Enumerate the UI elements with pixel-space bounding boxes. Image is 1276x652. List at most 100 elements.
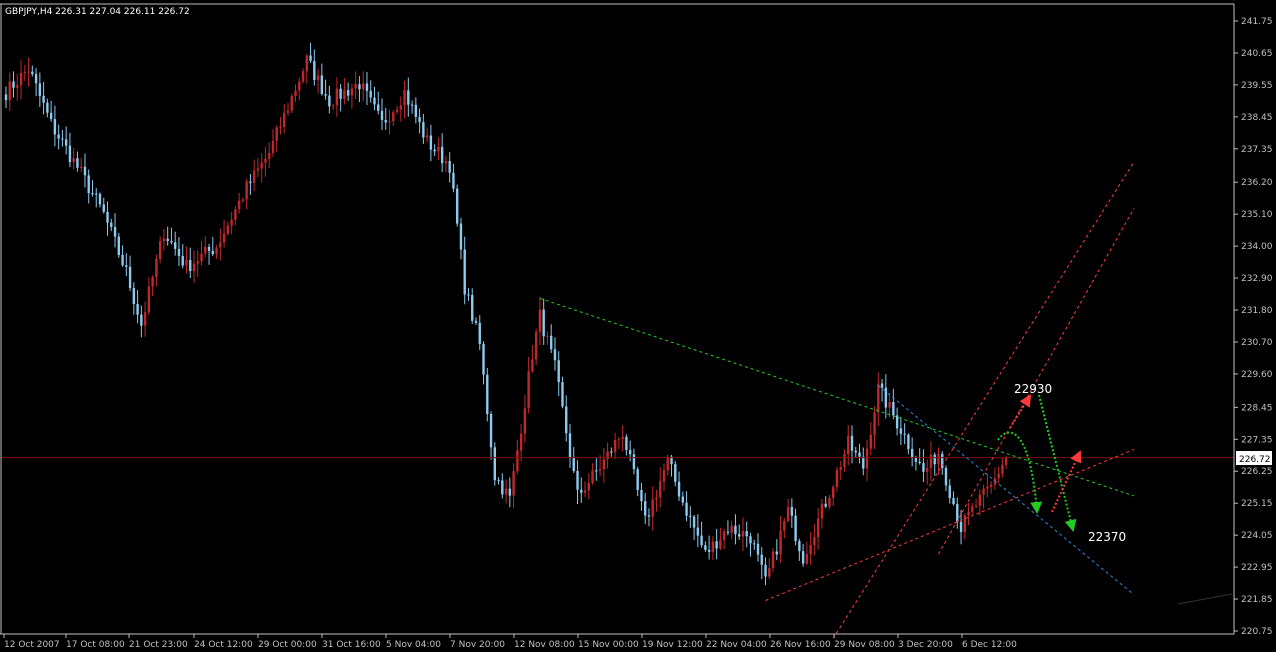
- time-tick-label: 24 Oct 12:00: [194, 640, 253, 650]
- candle-body: [192, 263, 196, 272]
- candle-body: [907, 434, 910, 449]
- candle-body: [760, 554, 763, 565]
- candle-body: [801, 551, 805, 564]
- candle-body: [504, 488, 508, 495]
- candle-body: [997, 473, 1000, 479]
- candle-body: [877, 383, 880, 413]
- price-chart[interactable]: 241.75 240.65 239.55 238.45 237.35 236.20 235.…: [0, 0, 1276, 652]
- candle-body: [775, 551, 778, 555]
- candle-body: [83, 166, 87, 176]
- candle-body: [294, 90, 297, 97]
- candle-body: [486, 374, 489, 414]
- candle-body: [926, 467, 929, 472]
- candle-body: [95, 193, 98, 195]
- level-label-low: 22370: [1088, 530, 1126, 544]
- candle-body: [974, 505, 978, 507]
- candle-body: [933, 454, 936, 465]
- candle-body: [252, 170, 256, 183]
- candle-body: [749, 536, 752, 544]
- candle-body: [580, 489, 583, 493]
- candle-body: [986, 486, 989, 489]
- candle-body: [283, 112, 286, 127]
- candle-body: [832, 487, 835, 498]
- candle-body: [542, 309, 545, 337]
- candle-body: [655, 497, 658, 500]
- candle-body: [944, 467, 948, 486]
- candle-body: [613, 440, 617, 453]
- price-tick-label: 236.20: [1241, 178, 1273, 188]
- candle-body: [12, 81, 15, 88]
- candle-body: [610, 451, 613, 453]
- candle-body: [27, 71, 30, 73]
- candle-body: [572, 457, 575, 471]
- candle-body: [888, 401, 891, 408]
- candle-body: [783, 520, 786, 531]
- candle-body: [433, 149, 436, 152]
- candle-body: [527, 371, 530, 409]
- candle-body: [741, 531, 745, 537]
- price-tick-label: 226.25: [1241, 467, 1273, 477]
- candle-body: [467, 294, 470, 296]
- candle-body: [358, 84, 361, 90]
- candle-body: [561, 382, 564, 407]
- time-tick-label: 29 Oct 00:00: [258, 640, 317, 650]
- candle-body: [38, 83, 42, 96]
- time-tick-label: 3 Dec 20:00: [898, 640, 953, 650]
- candle-body: [820, 503, 824, 519]
- candle-body: [523, 408, 527, 434]
- time-tick-label: 12 Oct 2007: [4, 640, 60, 650]
- price-tick-label: 235.10: [1241, 210, 1273, 220]
- candle-body: [474, 320, 478, 323]
- candle-body: [140, 314, 143, 326]
- candle-body: [177, 248, 181, 257]
- candle-body: [956, 504, 959, 522]
- candle-body: [8, 81, 11, 101]
- candle-body: [873, 412, 876, 435]
- candle-body: [719, 539, 722, 549]
- candle-body: [181, 256, 184, 266]
- candle-body: [204, 246, 207, 254]
- candle-body: [301, 71, 305, 82]
- price-tick-label: 229.60: [1241, 370, 1273, 380]
- candle-body: [151, 277, 154, 287]
- time-tick-label: 15 Nov 00:00: [578, 640, 639, 650]
- candle-body: [967, 511, 970, 516]
- candle-body: [700, 535, 703, 546]
- price-tick-label: 241.75: [1241, 17, 1273, 27]
- candle-body: [753, 543, 756, 545]
- candle-body: [429, 135, 433, 150]
- candle-body: [226, 225, 230, 234]
- candle-body: [422, 122, 425, 138]
- candle-body: [478, 322, 481, 344]
- candle-body: [211, 250, 214, 255]
- candle-body: [534, 331, 538, 360]
- time-tick-label: 31 Oct 16:00: [322, 640, 381, 650]
- candle-body: [959, 521, 963, 533]
- time-tick-label: 21 Oct 23:00: [129, 640, 188, 650]
- candle-body: [102, 204, 105, 212]
- price-tick-label: 232.90: [1241, 274, 1273, 284]
- candle-body: [388, 121, 391, 123]
- candle-body: [651, 499, 654, 517]
- candle-body: [121, 254, 124, 266]
- candle-body: [110, 222, 113, 227]
- candle-body: [644, 501, 647, 516]
- candle-body: [587, 482, 590, 491]
- candle-body: [369, 90, 372, 98]
- candle-body: [865, 448, 869, 469]
- candle-body: [346, 90, 350, 96]
- candle-body: [850, 435, 854, 451]
- candle-body: [200, 253, 203, 262]
- candle-body: [892, 401, 895, 416]
- candle-body: [583, 490, 587, 493]
- candle-body: [546, 335, 549, 337]
- candle-body: [794, 515, 797, 542]
- candle-body: [57, 134, 60, 139]
- candle-body: [19, 73, 23, 86]
- candle-body: [531, 359, 534, 372]
- candle-body: [685, 502, 688, 516]
- candle-body: [952, 498, 955, 505]
- time-tick-label: 7 Nov 20:00: [450, 640, 505, 650]
- price-tick-label: 228.45: [1241, 403, 1273, 413]
- candle-body: [550, 335, 553, 350]
